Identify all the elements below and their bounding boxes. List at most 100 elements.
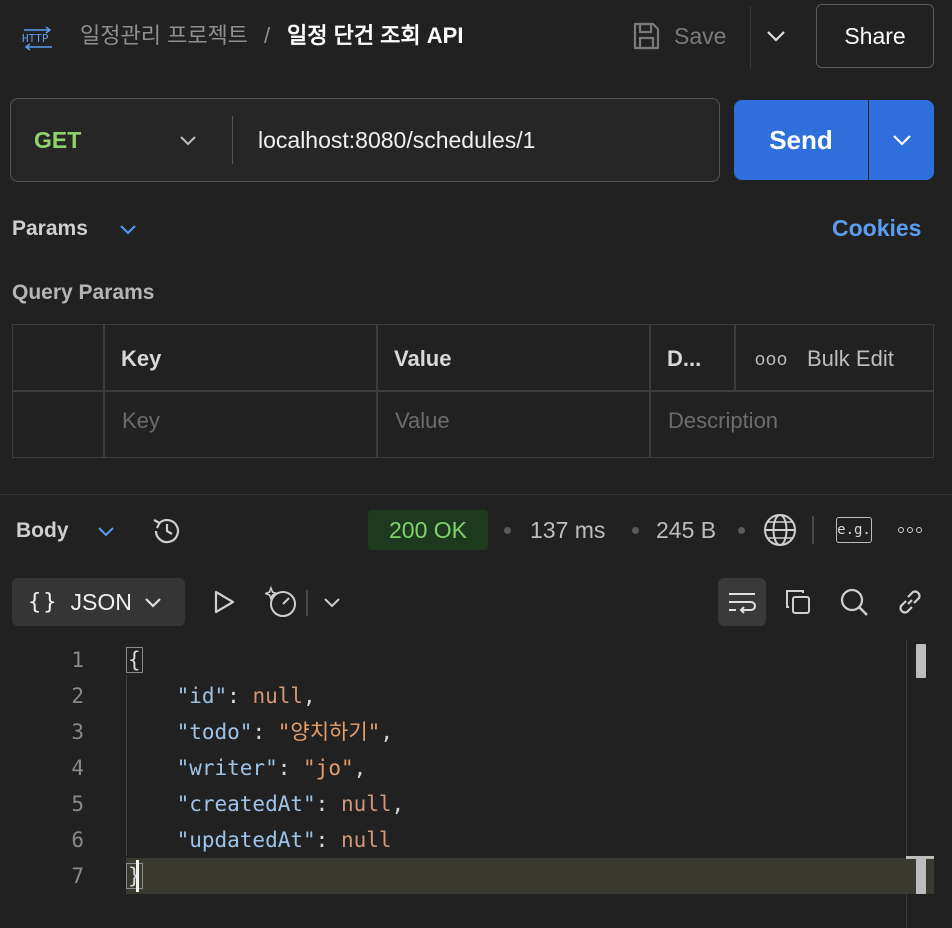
- chevron-down-icon: [120, 224, 136, 234]
- more-options-icon[interactable]: [894, 516, 926, 544]
- line-number: 2: [71, 684, 84, 708]
- code-line: "createdAt": null,: [176, 792, 405, 816]
- request-header: HTTP 일정관리 프로젝트 / 일정 단건 조회 API Save Share: [0, 0, 952, 72]
- separator-dot: [738, 527, 745, 534]
- json-key: "id": [176, 684, 228, 708]
- code-line: }: [126, 858, 143, 894]
- json-value: null: [340, 828, 392, 852]
- line-number: 7: [71, 864, 84, 888]
- json-brace: {: [126, 647, 143, 673]
- breadcrumb-collection[interactable]: 일정관리 프로젝트: [80, 22, 248, 50]
- braces-icon: {}: [28, 589, 59, 615]
- scrollbar-thumb[interactable]: [916, 644, 926, 678]
- test-options-button[interactable]: [314, 584, 350, 620]
- line-number: 6: [71, 828, 84, 852]
- json-value: null: [252, 684, 304, 708]
- status-badge[interactable]: 200 OK: [368, 510, 488, 550]
- test-button[interactable]: [264, 584, 300, 620]
- visualize-button[interactable]: [206, 584, 242, 620]
- line-number: 3: [71, 720, 84, 744]
- wrap-lines-button[interactable]: [718, 578, 766, 626]
- column-divider: [734, 325, 736, 390]
- response-time[interactable]: 137 ms: [530, 515, 605, 545]
- http-icon: HTTP: [22, 26, 52, 51]
- scrollbar-marker: [916, 858, 926, 894]
- request-title[interactable]: 일정 단건 조회 API: [287, 22, 463, 50]
- pane-divider[interactable]: [0, 494, 952, 495]
- breadcrumb-separator: /: [264, 23, 271, 48]
- globe-icon[interactable]: [762, 512, 798, 548]
- format-label: JSON: [70, 588, 132, 615]
- search-icon: [840, 588, 868, 616]
- json-value: "양치하기": [277, 720, 381, 744]
- sparkle-timer-icon: [265, 585, 296, 617]
- send-options-button[interactable]: [869, 100, 934, 180]
- chevron-down-icon: [892, 135, 911, 146]
- divider: [306, 590, 308, 616]
- chevron-down-icon: [324, 597, 340, 607]
- copy-link-button[interactable]: [892, 584, 928, 620]
- separator-dot: [632, 527, 639, 534]
- wrap-icon: [729, 593, 756, 614]
- share-button[interactable]: Share: [816, 4, 934, 68]
- line-number: 4: [71, 756, 84, 780]
- column-header-description: D...: [667, 346, 702, 371]
- key-input[interactable]: Key: [122, 407, 160, 435]
- line-number: 5: [71, 792, 84, 816]
- play-icon: [214, 590, 235, 614]
- save-example-button[interactable]: e.g.: [836, 517, 872, 543]
- tab-params[interactable]: Params: [12, 216, 88, 242]
- text-cursor: [136, 860, 139, 892]
- column-header-key: Key: [121, 346, 162, 371]
- tab-body[interactable]: Body: [16, 518, 69, 544]
- cookies-link[interactable]: Cookies: [832, 214, 921, 242]
- copy-icon: [786, 590, 810, 614]
- divider: [232, 116, 233, 164]
- more-options-icon[interactable]: ooo: [755, 345, 788, 373]
- code-line: "updatedAt": null: [176, 828, 392, 852]
- url-input[interactable]: localhost:8080/schedules/1: [258, 125, 535, 155]
- json-value: "jo": [303, 756, 354, 780]
- code-line: "id": null,: [176, 684, 316, 708]
- save-options-button[interactable]: [760, 20, 792, 52]
- scrollbar-track: [906, 640, 907, 928]
- query-params-table: Key Value D... ooo Bulk Edit Key Value D…: [12, 324, 934, 458]
- line-number: 1: [71, 648, 84, 672]
- method-dropdown[interactable]: [174, 126, 202, 154]
- chevron-down-icon: [145, 597, 161, 608]
- row-divider: [13, 390, 933, 392]
- json-value: null: [340, 792, 392, 816]
- chevron-down-icon: [98, 526, 114, 536]
- history-icon[interactable]: [150, 514, 184, 548]
- response-size[interactable]: 245 B: [656, 515, 716, 545]
- json-brace: }: [126, 863, 143, 889]
- divider: [812, 516, 814, 544]
- method-select[interactable]: GET: [34, 126, 81, 154]
- query-params-title: Query Params: [12, 281, 155, 304]
- bulk-edit-button[interactable]: Bulk Edit: [807, 345, 894, 373]
- copy-button[interactable]: [780, 584, 816, 620]
- separator-dot: [504, 527, 511, 534]
- body-tab-dropdown[interactable]: [94, 518, 118, 544]
- json-key: "updatedAt": [176, 828, 316, 852]
- svg-text:HTTP: HTTP: [22, 32, 49, 45]
- send-button[interactable]: Send: [734, 100, 868, 180]
- json-key: "createdAt": [176, 792, 316, 816]
- link-icon: [899, 590, 921, 614]
- column-header-value: Value: [394, 346, 452, 371]
- code-line: "todo": "양치하기",: [176, 720, 393, 744]
- save-icon: [633, 22, 660, 50]
- params-tab-dropdown[interactable]: [116, 216, 140, 242]
- chevron-down-icon: [180, 135, 196, 145]
- search-button[interactable]: [836, 584, 872, 620]
- json-key: "writer": [176, 756, 278, 780]
- description-input[interactable]: Description: [668, 407, 778, 435]
- code-line: {: [126, 642, 143, 678]
- code-line: "writer": "jo",: [176, 756, 367, 780]
- value-input[interactable]: Value: [395, 407, 450, 435]
- save-button[interactable]: Save: [630, 16, 740, 56]
- format-select[interactable]: {} JSON: [12, 578, 185, 626]
- json-key: "todo": [176, 720, 253, 744]
- save-label: Save: [674, 22, 727, 49]
- active-line-highlight: [126, 858, 934, 894]
